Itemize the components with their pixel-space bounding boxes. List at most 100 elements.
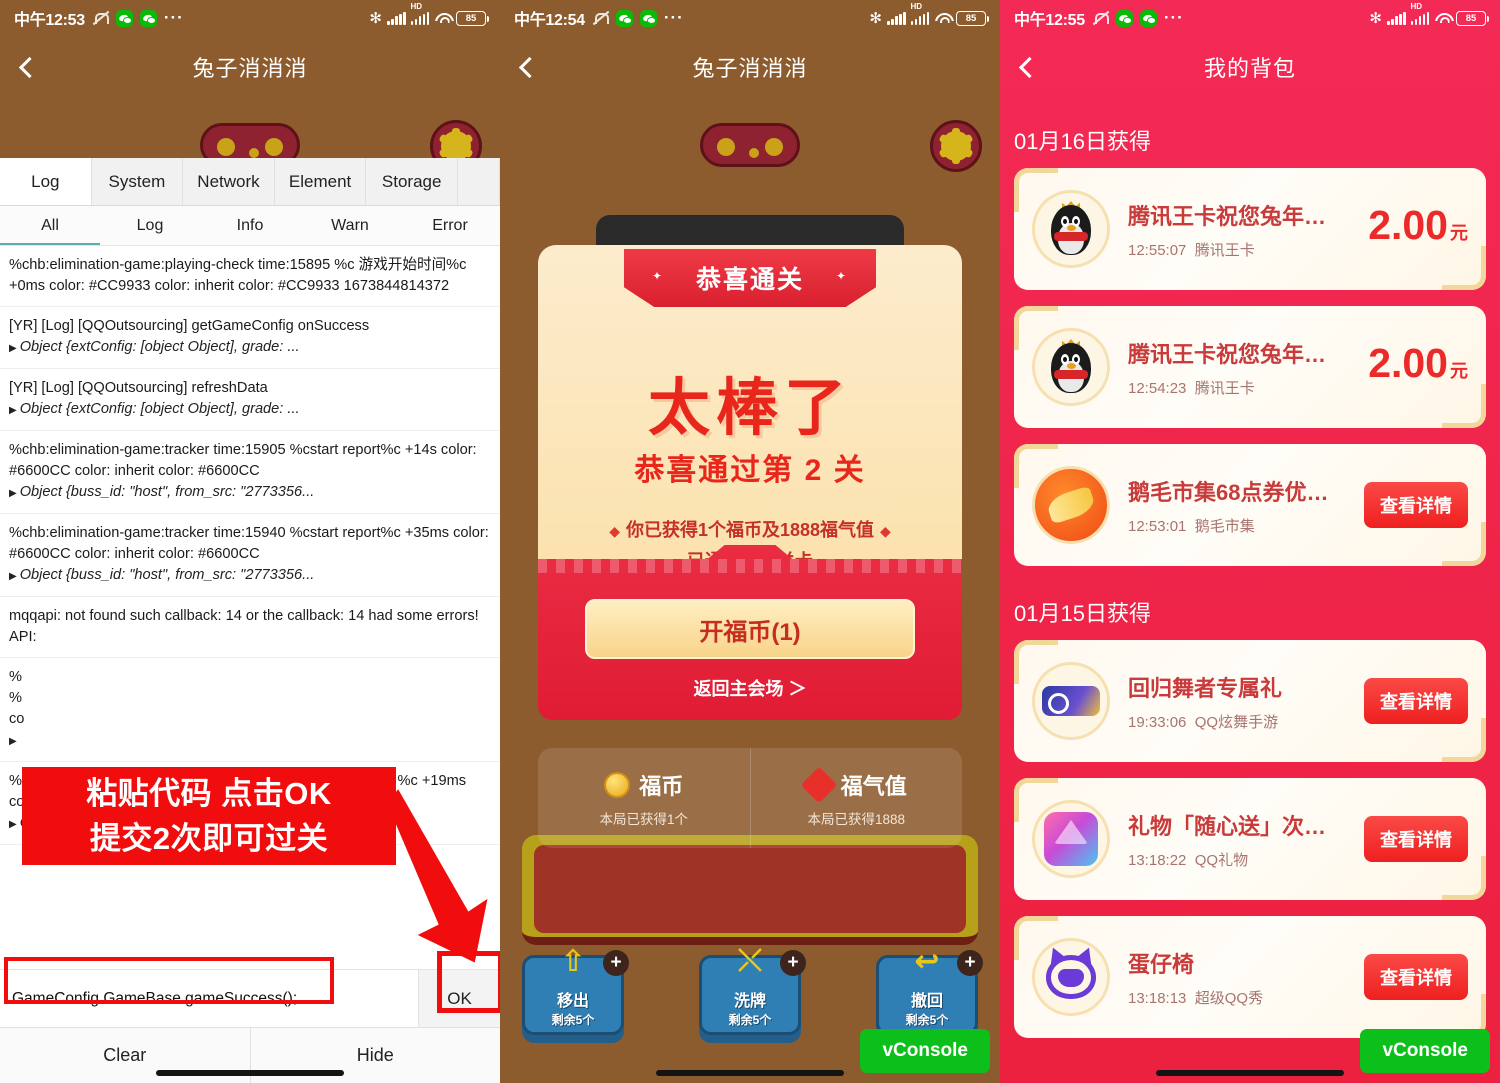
battery-icon: 85: [956, 10, 989, 26]
tool-undo[interactable]: ↩ + 撤回 剩余5个: [876, 945, 983, 1035]
item-text-block: 回归舞者专属礼 19:33:06 QQ炫舞手游: [1128, 671, 1364, 732]
open-coin-button[interactable]: 开福币(1): [585, 599, 915, 659]
item-time: 12:53:01: [1128, 517, 1187, 535]
hd-signal-icon: HD: [910, 2, 929, 25]
vconsole-toggle-button[interactable]: vConsole: [1360, 1029, 1490, 1073]
wechat-icon: [639, 9, 657, 27]
item-amount: 2.00 元: [1368, 201, 1468, 254]
list-item[interactable]: 蛋仔椅 13:18:13 超级QQ秀 查看详情: [1014, 916, 1486, 1038]
annotation-banner: 粘贴代码 点击OK 提交2次即可过关: [22, 767, 396, 865]
diamond-icon: ◆: [880, 523, 891, 539]
dialog-headline: 太棒了: [647, 374, 852, 443]
status-bar-right: 中午12:55 ··· ✻ HD 85: [1000, 0, 1500, 36]
back-arrow-icon[interactable]: [16, 56, 38, 78]
expand-triangle-icon: ▶: [9, 405, 17, 416]
item-time: 12:54:23: [1128, 379, 1187, 397]
list-item[interactable]: 腾讯王卡祝您兔年… 12:54:23 腾讯王卡 2.00 元: [1014, 306, 1486, 428]
log-object-row[interactable]: ▶Object {buss_id: "host", from_src: "277…: [9, 565, 492, 587]
hd-label: HD: [910, 1, 923, 11]
back-arrow-icon[interactable]: [1016, 56, 1038, 78]
vconsole-toggle-button[interactable]: vConsole: [860, 1029, 990, 1073]
item-meta: 12:54:23 腾讯王卡: [1128, 377, 1368, 398]
view-details-button[interactable]: 查看详情: [1364, 678, 1468, 724]
filter-warn[interactable]: Warn: [300, 206, 400, 245]
item-meta: 12:55:07 腾讯王卡: [1128, 239, 1368, 260]
corner-ornament: [1442, 522, 1486, 566]
list-item[interactable]: 鹅毛市集68点券优… 12:53:01 鹅毛市集 查看详情: [1014, 444, 1486, 566]
expand-triangle-icon: ▶: [9, 343, 17, 354]
tab-system[interactable]: System: [92, 158, 184, 205]
item-meta: 13:18:13 超级QQ秀: [1128, 987, 1364, 1008]
level-complete-dialog: ✦ 恭喜通关 ✦ 太棒了 恭喜通过第 2 关 ◆ 你已获得1个福币及1888福气值…: [538, 215, 962, 720]
tab-element[interactable]: Element: [275, 158, 367, 205]
reward-card-group: 回归舞者专属礼 19:33:06 QQ炫舞手游 查看详情 礼物「随心送」次… 1…: [1000, 640, 1500, 1038]
plus-icon[interactable]: +: [780, 950, 806, 976]
hd-signal-icon: HD: [410, 2, 429, 25]
log-object-row[interactable]: ▶: [9, 730, 492, 752]
vconsole-command-row: OK: [0, 969, 500, 1027]
log-text: mqqapi: not found such callback: 14 or t…: [9, 608, 479, 645]
ok-button[interactable]: OK: [418, 970, 500, 1027]
view-details-button[interactable]: 查看详情: [1364, 482, 1468, 528]
dialog-info-line-1: 你已获得1个福币及1888福气值: [625, 520, 875, 540]
eggy-party-icon: [1032, 938, 1110, 1016]
log-object-row[interactable]: ▶ Object {extConfig: [object Object], gra…: [9, 399, 492, 421]
reward-sub: 本局已获得1个: [599, 811, 688, 827]
backpack-scroll-area[interactable]: 01月16日获得 腾讯王卡祝您兔年… 12:55:07 腾讯王卡 2.00元: [1000, 110, 1500, 1083]
filter-all[interactable]: All: [0, 206, 100, 245]
log-object-row[interactable]: ▶ Object {extConfig: [object Object], gra…: [9, 337, 492, 359]
log-text: %chb:elimination-game:tracker time:15905…: [9, 442, 477, 479]
command-input[interactable]: [0, 970, 418, 1027]
view-details-button[interactable]: 查看详情: [1364, 954, 1468, 1000]
tool-shuffle[interactable]: ⤬ + 洗牌 剩余5个: [699, 944, 806, 1035]
hd-label: HD: [410, 1, 423, 11]
item-text-block: 腾讯王卡祝您兔年… 12:54:23 腾讯王卡: [1128, 337, 1368, 398]
item-source: QQ炫舞手游: [1194, 713, 1279, 731]
back-arrow-icon[interactable]: [516, 56, 538, 78]
item-meta: 12:53:01 鹅毛市集: [1128, 515, 1364, 536]
tab-overflow[interactable]: [458, 158, 500, 205]
status-right-group: ✻ HD 85: [369, 2, 489, 26]
more-dots-icon: ···: [663, 8, 684, 27]
annotation-arrow-icon: [390, 789, 488, 963]
tab-network[interactable]: Network: [183, 158, 275, 205]
tool-remaining: 剩余5个: [905, 1013, 949, 1027]
back-to-main-link[interactable]: 返回主会场 ＞: [538, 675, 962, 701]
group-date-label: 01月15日获得: [1014, 601, 1151, 626]
filter-error[interactable]: Error: [400, 206, 500, 245]
plus-icon[interactable]: +: [603, 950, 629, 976]
reward-head: 福币: [604, 769, 683, 801]
group-date-label: 01月16日获得: [1014, 129, 1151, 154]
list-item[interactable]: 礼物「随心送」次… 13:18:22 QQ礼物 查看详情: [1014, 778, 1486, 900]
item-meta: 13:18:22 QQ礼物: [1128, 849, 1364, 870]
list-item[interactable]: 回归舞者专属礼 19:33:06 QQ炫舞手游 查看详情: [1014, 640, 1486, 762]
qq-penguin-icon: [1032, 328, 1110, 406]
move-out-icon: ⇧: [560, 945, 586, 978]
dialog-info-line-1-wrap: ◆ 你已获得1个福币及1888福气值 ◆: [538, 515, 962, 546]
fudai-icon: [800, 766, 838, 803]
list-item[interactable]: 腾讯王卡祝您兔年… 12:55:07 腾讯王卡 2.00 元: [1014, 168, 1486, 290]
signal-bars-icon: [387, 11, 406, 25]
status-left-group: 中午12:53 ···: [14, 6, 184, 30]
item-source: 超级QQ秀: [1194, 989, 1264, 1007]
settings-gear-button[interactable]: [930, 120, 982, 172]
reward-head: 福气值: [800, 766, 907, 803]
amount-value: 2.00: [1368, 201, 1448, 248]
item-title: 腾讯王卡祝您兔年…: [1128, 203, 1327, 229]
filter-info[interactable]: Info: [200, 206, 300, 245]
filter-log[interactable]: Log: [100, 206, 200, 245]
mute-icon: [92, 10, 109, 27]
log-object-row[interactable]: ▶Object {buss_id: "host", from_src: "277…: [9, 482, 492, 504]
tab-storage[interactable]: Storage: [366, 158, 458, 205]
annotation-line-2: 提交2次即可过关: [89, 821, 329, 856]
plus-icon[interactable]: +: [957, 950, 983, 976]
tool-move-out[interactable]: ⇧ + 移出 剩余5个: [522, 945, 629, 1035]
log-text: %chb:elimination-game:playing-check time…: [9, 257, 467, 294]
log-entry: mqqapi: not found such callback: 14 or t…: [0, 597, 500, 658]
item-title: 鹅毛市集68点券优…: [1128, 479, 1329, 505]
tab-log[interactable]: Log: [0, 158, 92, 205]
panel-middle-game: 中午12:54 ··· ✻ HD 85 兔子消消消 ✦ 恭喜通关 ✦ 太棒了 恭…: [500, 0, 1000, 1083]
view-details-button[interactable]: 查看详情: [1364, 816, 1468, 862]
item-source: 腾讯王卡: [1194, 379, 1255, 397]
wechat-icon: [615, 9, 633, 27]
